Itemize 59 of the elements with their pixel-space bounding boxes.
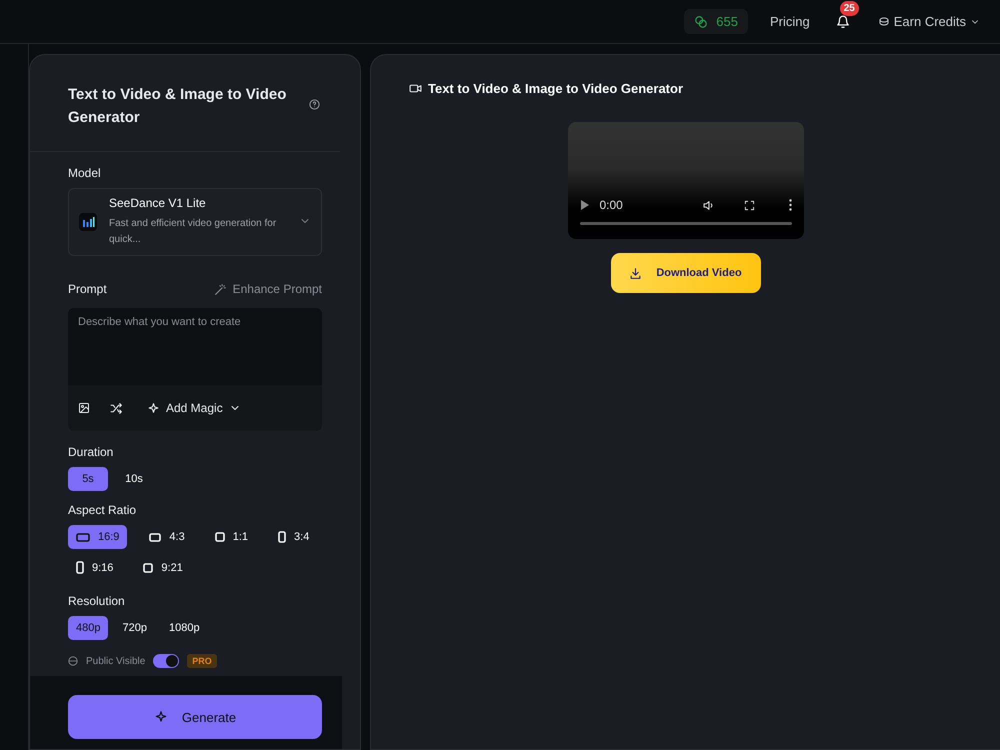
globe-icon xyxy=(68,656,78,666)
image-icon xyxy=(78,402,90,414)
add-magic-button[interactable]: Add Magic xyxy=(147,401,241,415)
preview-title: Text to Video & Image to Video Generator xyxy=(428,81,683,96)
model-select[interactable]: SeeDance V1 Lite Fast and efficient video generation for quick... xyxy=(68,188,322,256)
aspect-icon xyxy=(143,562,154,572)
option-button[interactable]: 9:21 xyxy=(135,555,191,580)
video-player[interactable]: 0:00 xyxy=(568,122,804,239)
option-button[interactable]: 1:1 xyxy=(206,525,256,549)
pro-badge: PRO xyxy=(187,654,217,668)
panel-title: Text to Video & Image to Video Generator xyxy=(68,85,288,128)
option-button[interactable]: 16:9 xyxy=(68,525,128,549)
public-visible-label: Public Visible xyxy=(86,656,146,666)
generate-button[interactable]: Generate xyxy=(68,695,322,739)
field-label: Duration xyxy=(68,445,114,459)
download-video-button[interactable]: Download Video xyxy=(610,253,760,293)
coins-icon xyxy=(694,14,708,28)
enhance-prompt-button[interactable]: Enhance Prompt xyxy=(214,282,322,296)
bell-icon xyxy=(836,14,850,28)
credits-button[interactable]: 655 xyxy=(684,9,748,34)
option-button[interactable]: 480p xyxy=(68,616,108,640)
public-toggle[interactable] xyxy=(153,654,180,668)
notification-count: 25 xyxy=(840,0,859,16)
aspect-icon xyxy=(76,532,90,542)
option-button[interactable]: 9:16 xyxy=(68,555,122,580)
bars-logo-icon xyxy=(79,213,97,231)
coin-stack-icon xyxy=(878,16,890,28)
video-camera-icon xyxy=(409,82,422,95)
help-icon xyxy=(309,99,320,110)
field-label: Resolution xyxy=(68,594,126,608)
option-button[interactable]: 5s xyxy=(68,467,108,491)
aspect-icon xyxy=(149,532,162,542)
earn-credits-button[interactable]: Earn Credits xyxy=(872,13,986,30)
play-icon[interactable] xyxy=(580,199,590,211)
sparkles-icon xyxy=(147,402,160,414)
progress-track[interactable] xyxy=(580,222,792,225)
aspect-icon xyxy=(76,561,84,574)
sparkles-icon xyxy=(154,710,168,724)
field-label: Model xyxy=(68,166,102,180)
download-icon xyxy=(629,266,642,280)
aspect-icon xyxy=(278,531,286,543)
magic-wand-icon xyxy=(214,282,227,296)
shuffle-button[interactable] xyxy=(110,402,123,414)
field-label: Aspect Ratio xyxy=(68,503,138,517)
video-time: 0:00 xyxy=(600,198,623,212)
volume-icon xyxy=(702,198,716,212)
option-button[interactable]: 3:4 xyxy=(270,525,318,549)
aspect-icon xyxy=(214,532,225,542)
pricing-link[interactable]: Pricing xyxy=(766,14,814,29)
image-button[interactable] xyxy=(78,402,90,414)
option-button[interactable]: 1080p xyxy=(160,616,208,640)
more-icon[interactable] xyxy=(788,199,792,211)
option-button[interactable]: 10s xyxy=(114,467,154,491)
option-button[interactable]: 720p xyxy=(114,616,155,640)
option-button[interactable]: 4:3 xyxy=(141,525,193,549)
field-label: Prompt xyxy=(68,282,107,296)
prompt-field[interactable]: Describe what you want to create xyxy=(68,308,322,385)
fullscreen-icon xyxy=(744,200,754,210)
shuffle-icon xyxy=(110,402,123,414)
